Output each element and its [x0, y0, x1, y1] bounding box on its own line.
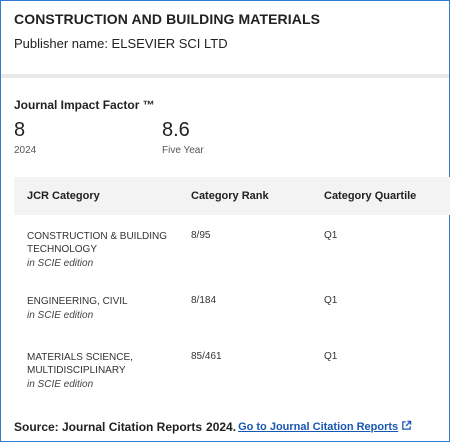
column-header-rank: Category Rank	[191, 190, 269, 202]
table-row: CONSTRUCTION & BUILDING TECHNOLOGY in SC…	[14, 215, 450, 295]
category-name: CONSTRUCTION & BUILDING TECHNOLOGY	[27, 231, 168, 255]
category-rank: 85/461	[191, 351, 222, 362]
jcr-link-label[interactable]: Go to Journal Citation Reports	[238, 421, 398, 433]
category-edition: in SCIE edition	[27, 310, 94, 321]
jcr-card: CONSTRUCTION AND BUILDING MATERIALS Publ…	[0, 0, 450, 442]
column-header-quartile: Category Quartile	[324, 190, 417, 202]
category-rank: 8/95	[191, 230, 211, 241]
publisher-name: Publisher name: ELSEVIER SCI LTD	[14, 36, 228, 51]
metric-label: Five Year	[162, 145, 204, 156]
impact-factor-section: Journal Impact Factor ™ 8 2024 8.6 Five …	[1, 78, 449, 156]
impact-factor-metrics: 8 2024 8.6 Five Year	[14, 118, 436, 156]
jcr-link[interactable]: Go to Journal Citation Reports	[238, 420, 412, 434]
source-label: Source: Journal Citation Reports	[14, 420, 203, 434]
metric-jif-2024: 8 2024	[14, 118, 162, 156]
table-row: ENGINEERING, CIVIL in SCIE edition 8/184…	[14, 295, 450, 351]
source-footer: Source: Journal Citation Reports 2024. G…	[14, 420, 412, 434]
category-quartile: Q1	[324, 351, 338, 362]
table-row: MATERIALS SCIENCE, MULTIDISCIPLINARY in …	[14, 351, 450, 411]
jcr-category-table: JCR Category Category Rank Category Quar…	[14, 177, 450, 411]
metric-label: 2024	[14, 145, 37, 156]
source-year: 2024.	[206, 420, 237, 434]
category-rank: 8/184	[191, 295, 217, 306]
category-name: ENGINEERING, CIVIL	[27, 296, 128, 307]
table-header: JCR Category Category Rank Category Quar…	[14, 177, 450, 215]
category-quartile: Q1	[324, 230, 338, 241]
category-edition: in SCIE edition	[27, 258, 94, 269]
category-quartile: Q1	[324, 295, 338, 306]
journal-title: CONSTRUCTION AND BUILDING MATERIALS	[14, 11, 321, 27]
external-link-icon[interactable]	[401, 420, 412, 434]
metric-jif-five-year: 8.6 Five Year	[162, 118, 204, 156]
metric-value: 8.6	[162, 119, 190, 141]
metric-value: 8	[14, 119, 26, 141]
category-edition: in SCIE edition	[27, 379, 94, 390]
column-header-category: JCR Category	[27, 190, 100, 202]
impact-factor-title: Journal Impact Factor ™	[14, 98, 155, 112]
journal-header: CONSTRUCTION AND BUILDING MATERIALS Publ…	[1, 1, 449, 63]
category-name: MATERIALS SCIENCE, MULTIDISCIPLINARY	[27, 352, 133, 376]
